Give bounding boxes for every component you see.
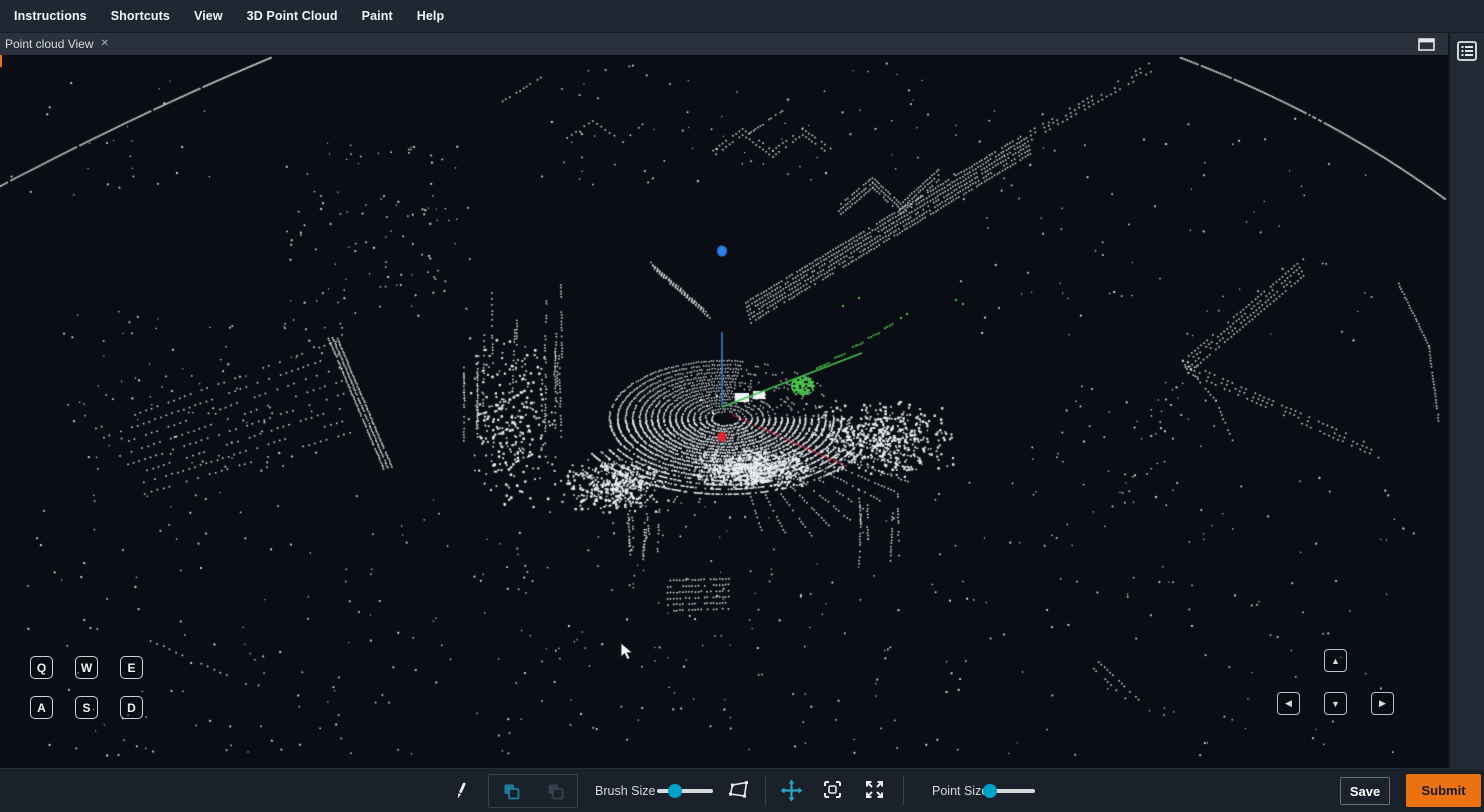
move-tool-button[interactable] <box>780 779 803 802</box>
nav-left-icon: ◀ <box>1285 698 1292 709</box>
copy-icon[interactable] <box>501 781 522 802</box>
key-hint-d[interactable]: D <box>120 696 143 719</box>
tab-point-cloud-view[interactable]: Point cloud View <box>5 37 94 51</box>
point-size-label: Point Size <box>932 769 988 812</box>
menu-item-view[interactable]: View <box>194 9 223 23</box>
fit-frame-icon[interactable] <box>822 779 843 800</box>
app-window: Instructions Shortcuts View 3D Point Clo… <box>0 0 1484 812</box>
toolbar-divider <box>903 776 904 806</box>
key-hint-w[interactable]: W <box>75 656 98 679</box>
paste-icon[interactable] <box>545 781 566 802</box>
menu-bar: Instructions Shortcuts View 3D Point Clo… <box>0 0 1484 33</box>
point-size-slider[interactable] <box>985 789 1035 793</box>
right-rail <box>1450 33 1484 768</box>
brush-tool-button[interactable] <box>450 779 472 803</box>
fullscreen-icon[interactable] <box>864 779 885 800</box>
key-hint-a[interactable]: A <box>30 696 53 719</box>
toolbar-divider <box>765 776 766 806</box>
tab-bar: Point cloud View ✕ <box>0 33 1448 55</box>
point-cloud-canvas[interactable] <box>0 55 1448 768</box>
copy-tools-group <box>488 774 578 808</box>
nav-down-icon: ▼ <box>1331 699 1340 709</box>
brush-size-slider-thumb[interactable] <box>668 784 682 798</box>
key-hint-q[interactable]: Q <box>30 656 53 679</box>
point-size-slider-thumb[interactable] <box>983 784 997 798</box>
nav-right-icon: ▶ <box>1379 698 1386 709</box>
save-button[interactable]: Save <box>1340 777 1390 805</box>
nav-right-button[interactable]: ▶ <box>1371 692 1394 715</box>
nav-down-button[interactable]: ▼ <box>1324 692 1347 715</box>
edge-accent <box>0 55 2 67</box>
menu-item-instructions[interactable]: Instructions <box>14 9 87 23</box>
submit-button[interactable]: Submit <box>1406 774 1481 807</box>
point-cloud-viewport[interactable]: Q W E A S D ▲ ◀ ▼ ▶ <box>0 55 1448 768</box>
key-hint-s[interactable]: S <box>75 696 98 719</box>
nav-up-icon: ▲ <box>1331 656 1340 666</box>
menu-item-paint[interactable]: Paint <box>362 9 393 23</box>
window-icon[interactable] <box>1418 38 1435 51</box>
menu-item-help[interactable]: Help <box>417 9 445 23</box>
tab-close-icon[interactable]: ✕ <box>101 39 109 49</box>
nav-up-button[interactable]: ▲ <box>1324 649 1347 672</box>
brush-size-label: Brush Size <box>595 769 655 812</box>
polygon-tool-button[interactable] <box>727 778 751 802</box>
menu-item-shortcuts[interactable]: Shortcuts <box>111 9 170 23</box>
bottom-toolbar: Brush Size <box>0 768 1484 812</box>
key-hint-e[interactable]: E <box>120 656 143 679</box>
list-panel-icon[interactable] <box>1456 40 1478 62</box>
brush-size-slider[interactable] <box>657 789 713 793</box>
menu-item-3d-point-cloud[interactable]: 3D Point Cloud <box>247 9 338 23</box>
nav-left-button[interactable]: ◀ <box>1277 692 1300 715</box>
